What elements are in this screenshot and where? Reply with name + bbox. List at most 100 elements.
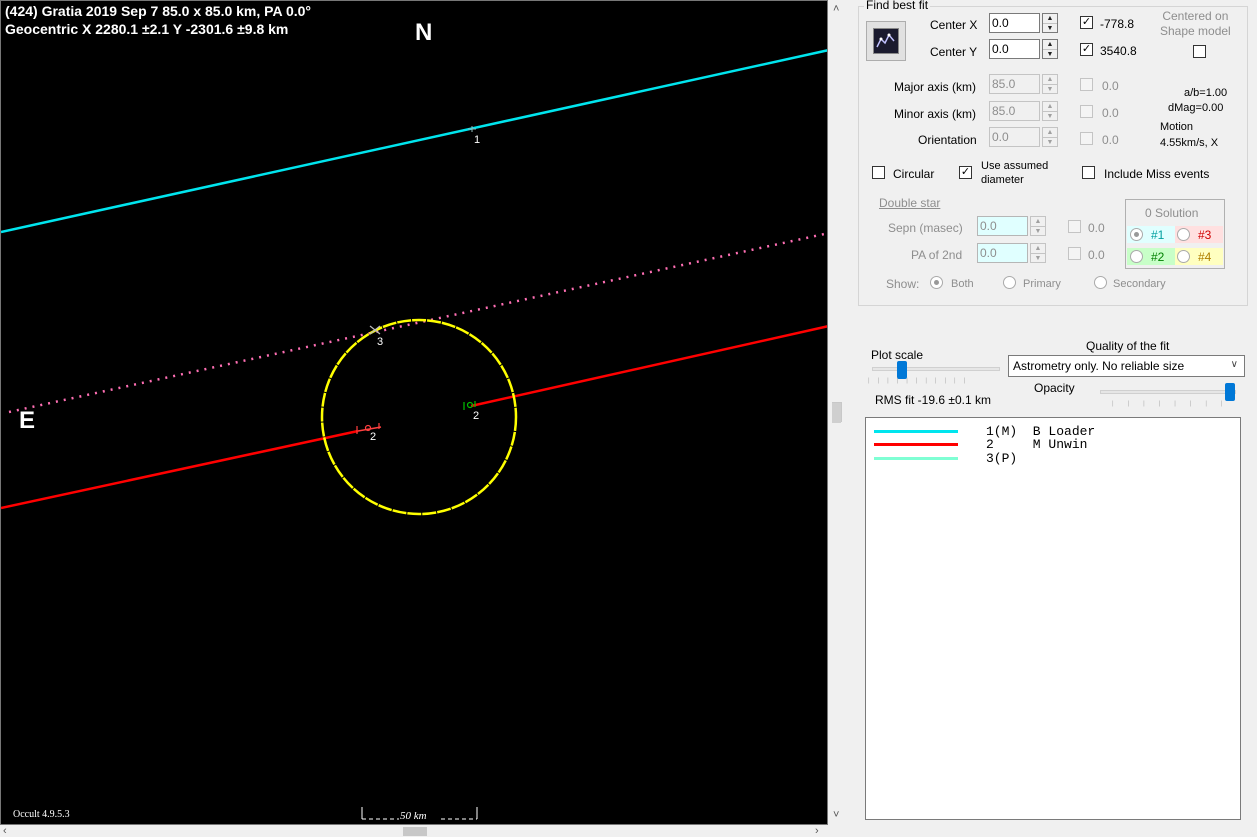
centered-on-shape-checkbox[interactable] [1193,45,1206,58]
chord-label-3: 3 [377,336,383,348]
sepn-checkbox[interactable] [1068,220,1081,233]
solution-4-radio[interactable] [1177,250,1190,263]
double-star-label: Double star [879,196,941,210]
solution-1-radio[interactable] [1130,228,1143,241]
sepn-spinner[interactable]: ▲ ▼ [1030,216,1046,236]
solution-4-label: #4 [1198,250,1212,264]
major-axis-checkbox[interactable] [1080,78,1093,91]
orientation-label: Orientation [918,133,977,147]
chord-3-dotted-line [8,232,827,414]
legend-swatch [874,457,958,460]
opacity-track[interactable] [1100,390,1236,394]
fit-chart-icon [873,28,899,54]
ab-ratio-label: a/b=1.00 [1184,87,1228,99]
horizontal-scroll-thumb[interactable] [403,827,427,836]
circular-label: Circular [893,167,935,181]
pa-2nd-result: 0.0 [1088,248,1105,262]
quality-value: Astrometry only. No reliable size [1013,359,1185,373]
solution-2-label: #2 [1151,250,1165,264]
motion-value: 4.55km/s, X [1160,137,1219,149]
include-miss-label: Include Miss events [1104,167,1210,181]
center-y-input[interactable]: 0.0 [989,39,1040,59]
show-primary-radio[interactable] [1003,276,1016,289]
pa-2nd-checkbox[interactable] [1068,247,1081,260]
east-label: E [19,407,36,434]
centered-on-shape-label: Centered on Shape model [1160,9,1231,38]
major-axis-label: Major axis (km) [894,80,977,94]
show-secondary-radio[interactable] [1094,276,1107,289]
minor-axis-checkbox[interactable] [1080,105,1093,118]
include-miss-checkbox[interactable] [1082,166,1095,179]
use-assumed-diameter-label: Use assumed diameter [981,160,1049,186]
legend-swatch [874,443,958,446]
show-both-radio[interactable] [930,276,943,289]
orientation-spinner[interactable]: ▲ ▼ [1042,127,1058,147]
panel-splitter[interactable] [832,403,841,423]
center-x-input[interactable]: 0.0 [989,13,1040,33]
minor-axis-result: 0.0 [1102,106,1119,120]
plot-canvas: 1 3 2 2 [1,49,827,820]
pa-2nd-input[interactable]: 0.0 [977,243,1028,263]
scroll-up-icon[interactable]: ˄ [833,4,839,15]
sepn-result: 0.0 [1088,221,1105,235]
center-y-label: Center Y [930,45,978,59]
orientation-input[interactable]: 0.0 [989,127,1040,147]
chord-2-line-east [470,325,827,408]
chevron-down-icon: ∨ [1230,359,1238,370]
center-y-spinner[interactable]: ▲ ▼ [1042,39,1058,59]
show-label: Show: [886,277,920,291]
minor-axis-label: Minor axis (km) [894,107,977,121]
opacity-thumb[interactable] [1225,383,1235,401]
major-axis-result: 0.0 [1102,79,1119,93]
solution-3-label: #3 [1198,228,1212,242]
center-y-result: 3540.8 [1100,44,1137,58]
center-x-spinner[interactable]: ▲ ▼ [1042,13,1058,33]
asteroid-outline [320,318,518,516]
solution-2-radio[interactable] [1130,250,1143,263]
north-label: N [415,19,433,46]
chord-label-1: 1 [474,134,480,146]
version-label: Occult 4.9.5.3 [13,809,70,820]
scroll-right-icon[interactable]: › [815,826,819,837]
quality-label: Quality of the fit [1086,339,1170,353]
plot-title-line1: (424) Gratia 2019 Sep 7 85.0 x 85.0 km, … [5,3,312,19]
plot-scale-track[interactable] [872,367,1000,371]
quality-dropdown[interactable]: Astrometry only. No reliable size ∨ [1008,355,1245,377]
occultation-plot[interactable]: 1 3 2 2 (424) Gratia 2019 Sep 7 85.0 x 8… [0,0,828,825]
legend-swatch [874,430,958,433]
use-assumed-diameter-checkbox[interactable]: ✓ [959,166,972,179]
sepn-label: Sepn (masec) [888,221,963,235]
major-axis-input[interactable]: 85.0 [989,74,1040,94]
find-best-fit-title: Find best fit [864,0,931,12]
plot-scale-ticks: ||||||||||| [868,378,974,384]
pa-2nd-spinner[interactable]: ▲ ▼ [1030,243,1046,263]
minor-axis-spinner[interactable]: ▲ ▼ [1042,101,1058,121]
minor-axis-input[interactable]: 85.0 [989,101,1040,121]
scroll-left-icon[interactable]: ‹ [3,826,7,837]
rms-fit-label: RMS fit -19.6 ±0.1 km [875,393,991,407]
opacity-label: Opacity [1034,381,1075,395]
scroll-down-icon[interactable]: ˅ [833,810,839,821]
solution-1-label: #1 [1151,228,1165,242]
orientation-checkbox[interactable] [1080,132,1093,145]
show-primary-label: Primary [1023,278,1061,290]
center-x-label: Center X [930,18,978,32]
find-best-fit-button[interactable] [866,21,906,61]
chord-label-2b: 2 [473,410,479,422]
sepn-input[interactable]: 0.0 [977,216,1028,236]
show-both-label: Both [951,278,974,290]
show-secondary-label: Secondary [1113,278,1166,290]
solution-3-radio[interactable] [1177,228,1190,241]
orientation-result: 0.0 [1102,133,1119,147]
center-y-checkbox[interactable]: ✓ [1080,43,1093,56]
center-x-checkbox[interactable]: ✓ [1080,16,1093,29]
plot-scale-thumb[interactable] [897,361,907,379]
circular-checkbox[interactable] [872,166,885,179]
legend-row: 3(P) [866,452,1236,466]
observer-legend[interactable]: 1(M) B Loader 2 M Unwin 3(P) [865,417,1241,820]
center-x-result: -778.8 [1100,17,1135,31]
motion-label: Motion [1160,121,1194,133]
plot-title-line2: Geocentric X 2280.1 ±2.1 Y -2301.6 ±9.8 … [5,21,289,37]
major-axis-spinner[interactable]: ▲ ▼ [1042,74,1058,94]
solution-title: 0 Solution [1145,206,1199,220]
